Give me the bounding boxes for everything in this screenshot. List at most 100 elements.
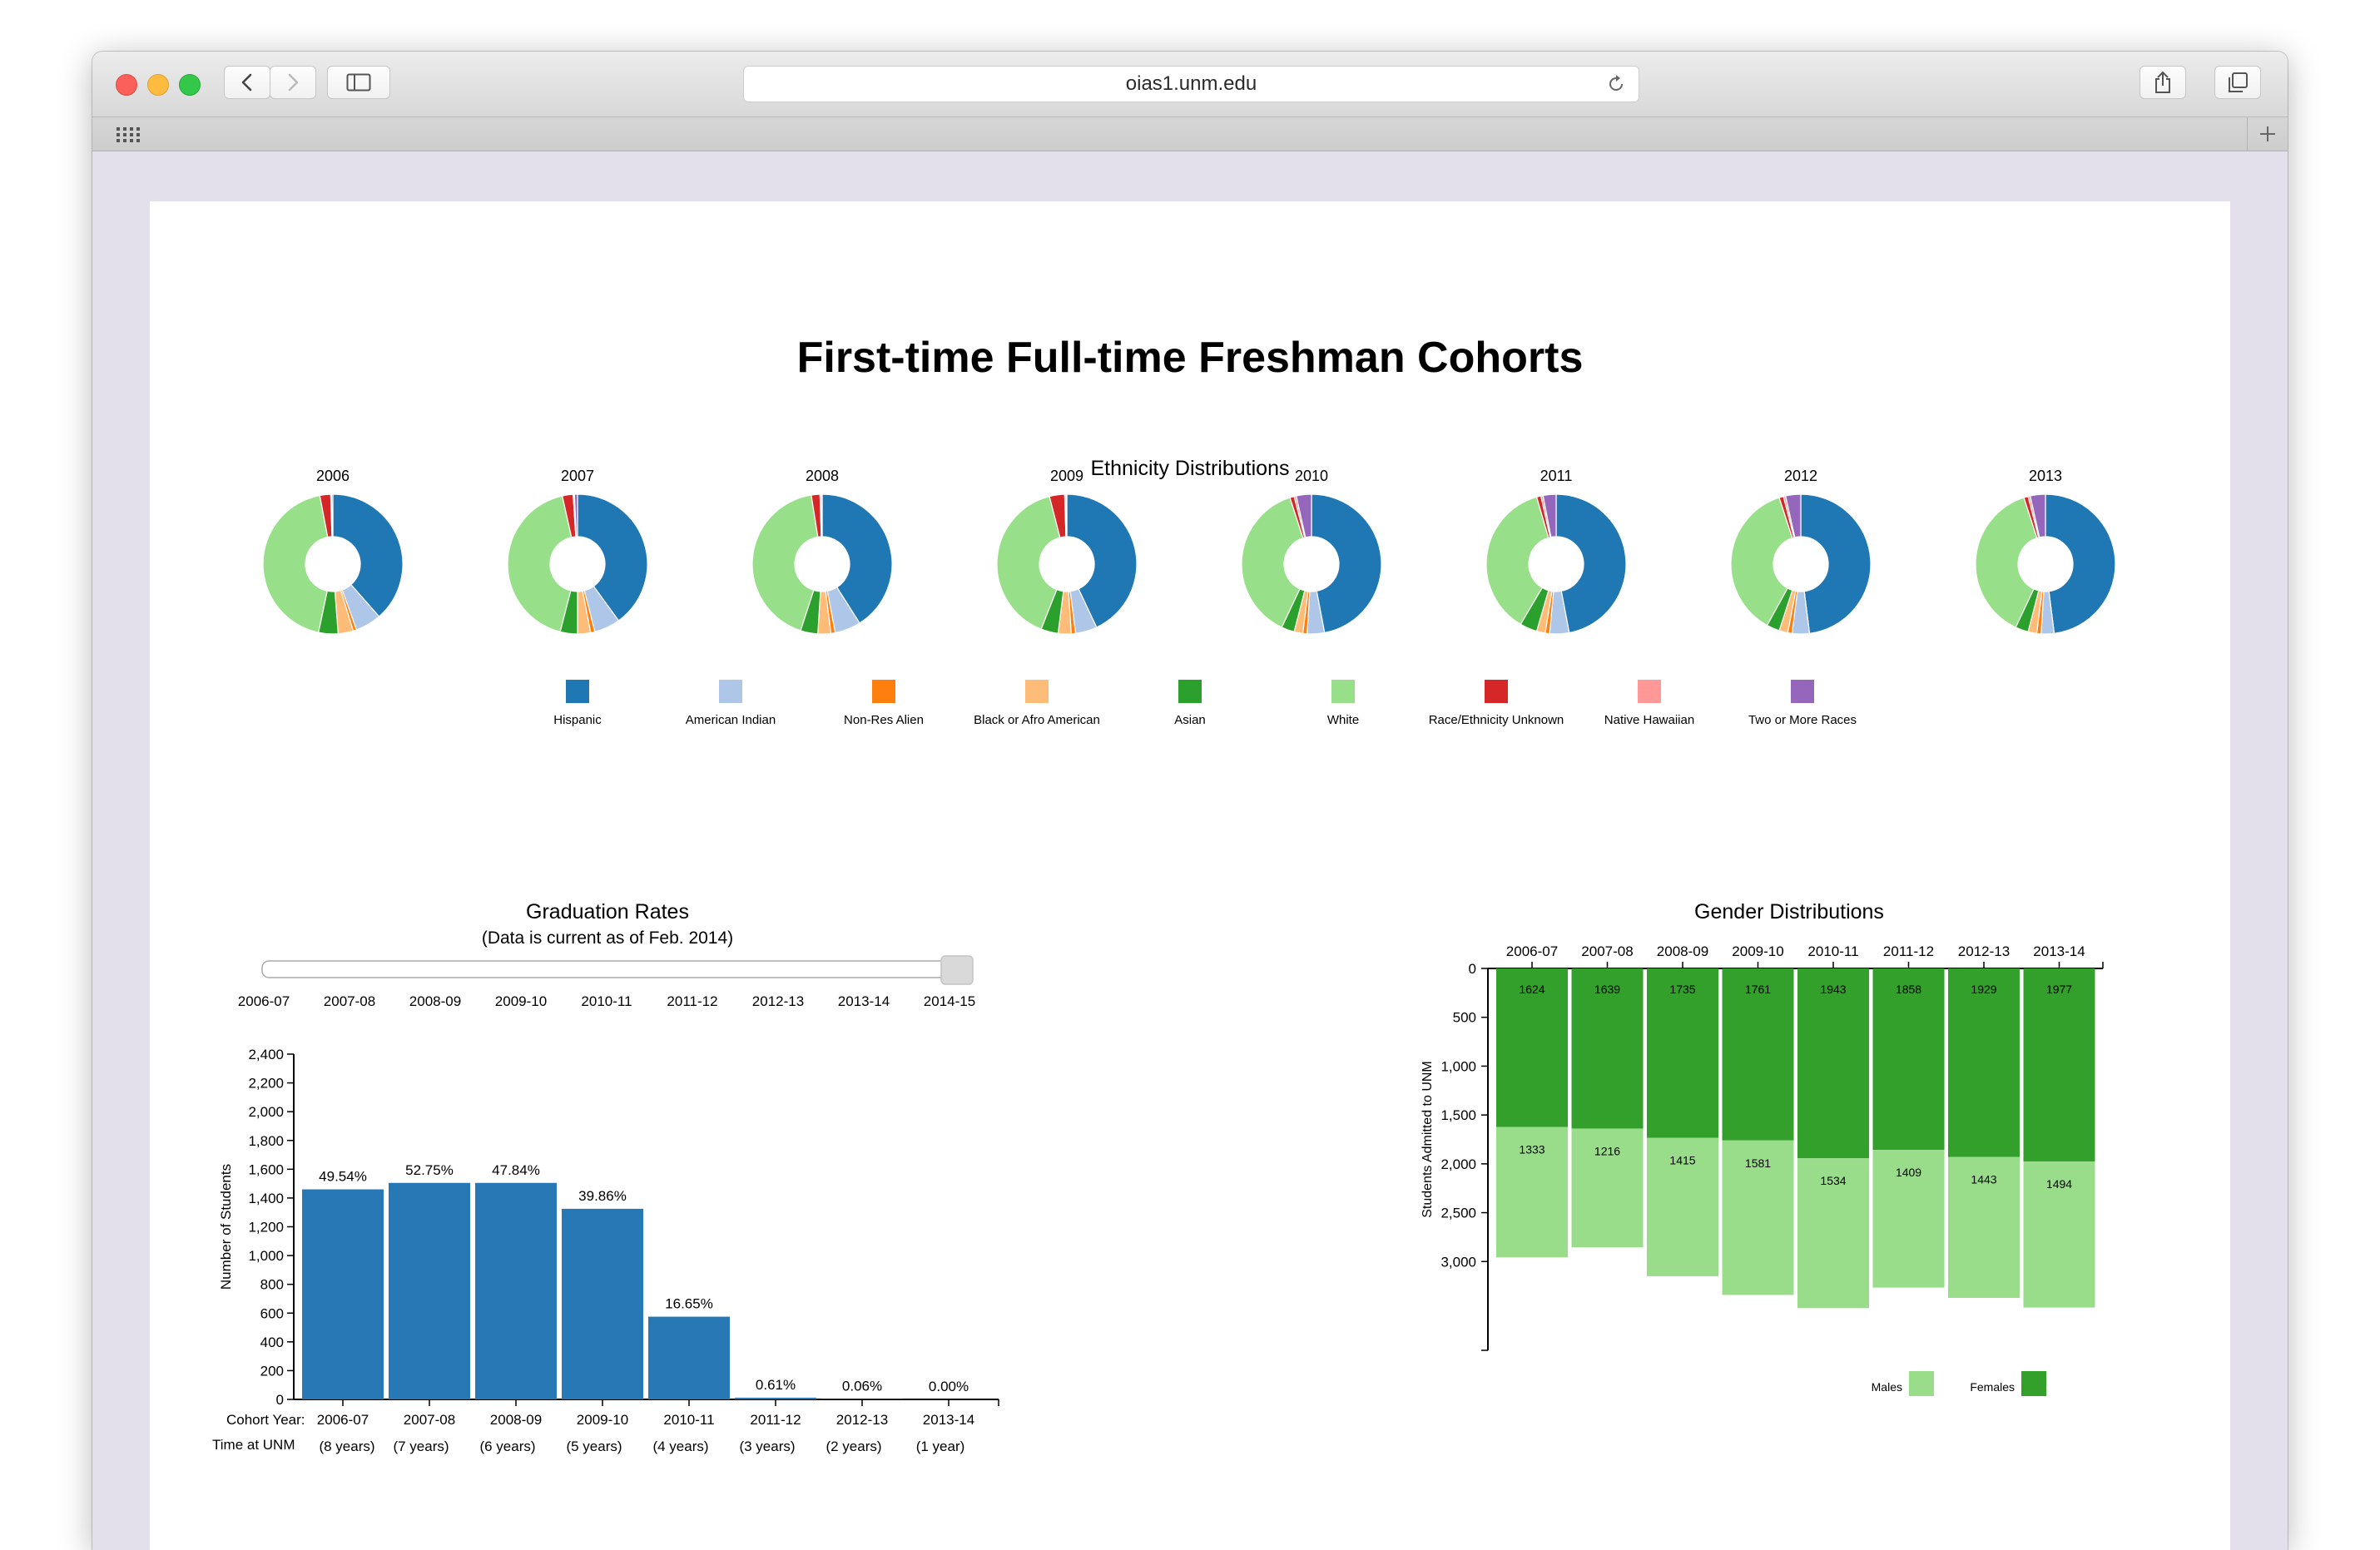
y-tick-label: 1,000 — [1440, 1058, 1476, 1074]
slider-tick-label: 2012-13 — [752, 993, 804, 1009]
x-tick-label: 2009-10 — [1732, 943, 1783, 959]
legend-label: White — [1327, 713, 1359, 727]
slider-tick-label: 2014-15 — [924, 993, 975, 1009]
y-tick-label: 400 — [260, 1335, 284, 1350]
male-value-label: 1443 — [1971, 1173, 1996, 1186]
female-bar — [1797, 968, 1869, 1159]
slider-handle[interactable] — [940, 955, 974, 985]
maximize-window-button[interactable] — [179, 74, 201, 96]
tabs-overview-button[interactable] — [2214, 66, 2261, 99]
forward-button[interactable] — [270, 66, 316, 99]
bar-data-label: 16.65% — [665, 1296, 713, 1312]
legend-label: Asian — [1174, 713, 1206, 727]
cohort-year-slider[interactable] — [261, 955, 974, 985]
legend-label: Two or More Races — [1748, 713, 1857, 727]
back-button[interactable] — [224, 66, 270, 99]
tab-bar — [92, 117, 2288, 151]
bar-data-label: 52.75% — [405, 1162, 454, 1178]
male-value-label: 1409 — [1896, 1166, 1921, 1179]
reload-icon[interactable] — [1605, 73, 1627, 95]
new-tab-button[interactable] — [2247, 117, 2288, 151]
slider-tick-label: 2011-12 — [667, 993, 717, 1009]
slider-track[interactable] — [261, 960, 960, 978]
x-tick-label: 2011-12 — [1883, 943, 1934, 959]
female-value-label: 1761 — [1745, 983, 1771, 996]
sidebar-icon — [346, 73, 371, 92]
pie-slice — [262, 494, 329, 633]
cohort-year-prefix: Cohort Year: — [226, 1412, 305, 1428]
share-icon — [2155, 71, 2170, 93]
y-tick-label: 2,200 — [248, 1076, 284, 1092]
y-tick-label: 1,000 — [248, 1248, 284, 1264]
y-tick-label: 2,000 — [248, 1104, 284, 1120]
legend-swatch — [2021, 1371, 2046, 1396]
gender-legend: Males Females — [1872, 1371, 2046, 1396]
graduation-bar-chart: 0 200 400 600 800 1,000 1,200 1,400 1,600 1,800 2,… — [212, 1047, 999, 1454]
y-tick-label: 200 — [260, 1363, 284, 1379]
y-tick-label: 800 — [260, 1277, 284, 1293]
ethnicity-title: Ethnicity Distributions — [1091, 457, 1290, 480]
grad-bar — [735, 1397, 816, 1399]
male-value-label: 1333 — [1519, 1143, 1545, 1156]
grid-icon[interactable] — [116, 126, 141, 144]
bar-data-label: 0.06% — [842, 1379, 882, 1394]
gender-title: Gender Distributions — [1694, 900, 1884, 924]
male-value-label: 1534 — [1820, 1174, 1846, 1187]
y-tick-label: 1,200 — [248, 1220, 284, 1236]
y-tick-label: 1,400 — [248, 1191, 284, 1206]
pie-slice — [1311, 493, 1382, 634]
bar-data-label: 0.61% — [756, 1377, 796, 1393]
slider-tick-label: 2010-11 — [581, 993, 632, 1009]
graduation-title: Graduation Rates — [526, 900, 689, 924]
female-value-label: 1858 — [1896, 983, 1921, 996]
slider-tick-label: 2009-10 — [495, 993, 547, 1009]
grad-bar — [562, 1208, 643, 1399]
female-value-label: 1929 — [1971, 983, 1996, 996]
legend-swatch — [1025, 680, 1049, 703]
male-value-label: 1581 — [1745, 1156, 1771, 1170]
chevron-right-icon — [288, 73, 299, 92]
title-bar: oias1.unm.edu — [92, 52, 2288, 117]
time-at-unm-label: (5 years) — [566, 1439, 622, 1454]
pie-year-label: 2007 — [561, 468, 594, 484]
pie-year-label: 2011 — [1540, 468, 1573, 484]
address-bar[interactable]: oias1.unm.edu — [743, 66, 1639, 102]
female-bar — [1948, 968, 2020, 1157]
time-at-unm-label: (6 years) — [479, 1439, 535, 1454]
x-tick-label: 2011-12 — [750, 1412, 801, 1428]
dashboard-svg: First-time Full-time Freshman Cohorts Et… — [212, 334, 2116, 1454]
x-tick-label: 2013-14 — [923, 1412, 974, 1428]
x-tick-label: 2009-10 — [577, 1412, 628, 1428]
page-content: First-time Full-time Freshman Cohorts Et… — [150, 201, 2230, 1550]
sidebar-toggle-button[interactable] — [327, 66, 390, 99]
legend-swatch — [872, 680, 895, 703]
legend-label: Males — [1872, 1380, 1902, 1394]
legend-swatch — [1485, 680, 1508, 703]
minimize-window-button[interactable] — [147, 74, 169, 96]
y-tick-label: 2,000 — [1440, 1156, 1476, 1172]
grad-bar — [648, 1316, 730, 1399]
male-value-label: 1494 — [2046, 1177, 2072, 1191]
y-tick-label: 1,600 — [248, 1161, 284, 1177]
slider-labels: 2006-07 2007-08 2008-09 2009-10 2010-11 2011-… — [238, 993, 975, 1009]
female-value-label: 1735 — [1669, 983, 1695, 996]
female-value-label: 1943 — [1820, 983, 1846, 996]
pie-year-label: 2012 — [1784, 468, 1817, 484]
y-tick-label: 2,500 — [1440, 1206, 1476, 1221]
time-at-unm-label: (3 years) — [739, 1439, 795, 1454]
pie-slice — [507, 495, 573, 633]
x-tick-label: 2006-07 — [1506, 943, 1558, 959]
pie-year-label: 2006 — [316, 468, 350, 484]
close-window-button[interactable] — [116, 74, 137, 96]
pie-slice — [821, 493, 823, 537]
pie-slice — [2045, 493, 2116, 635]
tabs-icon — [2229, 72, 2248, 92]
chevron-left-icon — [241, 73, 252, 92]
legend-label: Non-Res Alien — [844, 713, 924, 727]
pie-year-label: 2008 — [806, 468, 839, 484]
pie-slice — [1065, 493, 1068, 537]
legend-label: American Indian — [686, 713, 776, 727]
share-button[interactable] — [2140, 66, 2186, 99]
gender-stacked-bar-chart: 0 500 1,000 1,500 2,000 2,500 3,000 Students Ad… — [1421, 943, 2104, 1351]
y-tick-label: 2,400 — [248, 1047, 284, 1062]
